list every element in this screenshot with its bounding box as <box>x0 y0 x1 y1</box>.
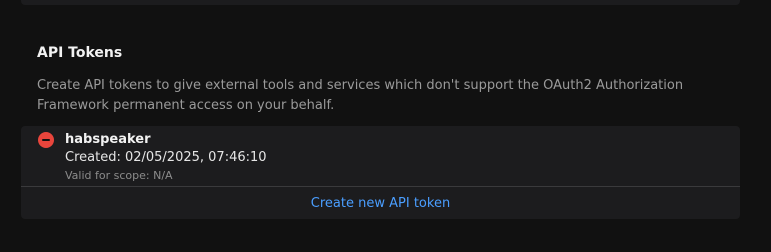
api-tokens-page: API Tokens Create API tokens to give ext… <box>0 0 771 252</box>
remove-circle-icon[interactable] <box>38 132 54 148</box>
previous-section-card <box>21 0 740 5</box>
section-description: Create API tokens to give external tools… <box>37 78 684 113</box>
token-scope: Valid for scope: N/A <box>65 169 173 182</box>
token-name: habspeaker <box>65 132 151 147</box>
tokens-card: habspeaker Created: 02/05/2025, 07:46:10… <box>21 126 740 219</box>
section-title: API Tokens <box>37 45 123 61</box>
token-row: habspeaker Created: 02/05/2025, 07:46:10… <box>21 126 740 187</box>
token-created: Created: 02/05/2025, 07:46:10 <box>65 150 267 165</box>
create-api-token-button[interactable]: Create new API token <box>21 195 740 213</box>
